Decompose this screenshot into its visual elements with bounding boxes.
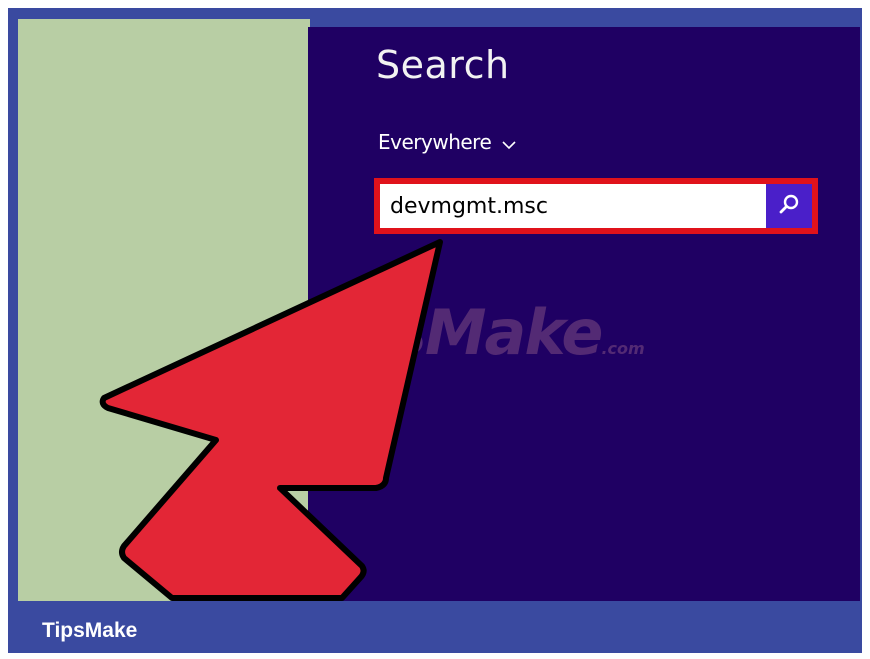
search-scope-dropdown[interactable]: Everywhere — [378, 130, 517, 154]
chevron-down-icon — [501, 134, 517, 150]
footer-brand-logo: TipsMake — [42, 619, 138, 642]
search-pane-title: Search — [376, 43, 510, 87]
search-scope-label: Everywhere — [378, 130, 492, 154]
search-charm-pane — [308, 27, 860, 601]
search-icon — [778, 193, 800, 220]
desktop-background — [18, 19, 310, 601]
search-submit-button[interactable] — [766, 184, 812, 228]
search-input[interactable] — [380, 184, 766, 228]
